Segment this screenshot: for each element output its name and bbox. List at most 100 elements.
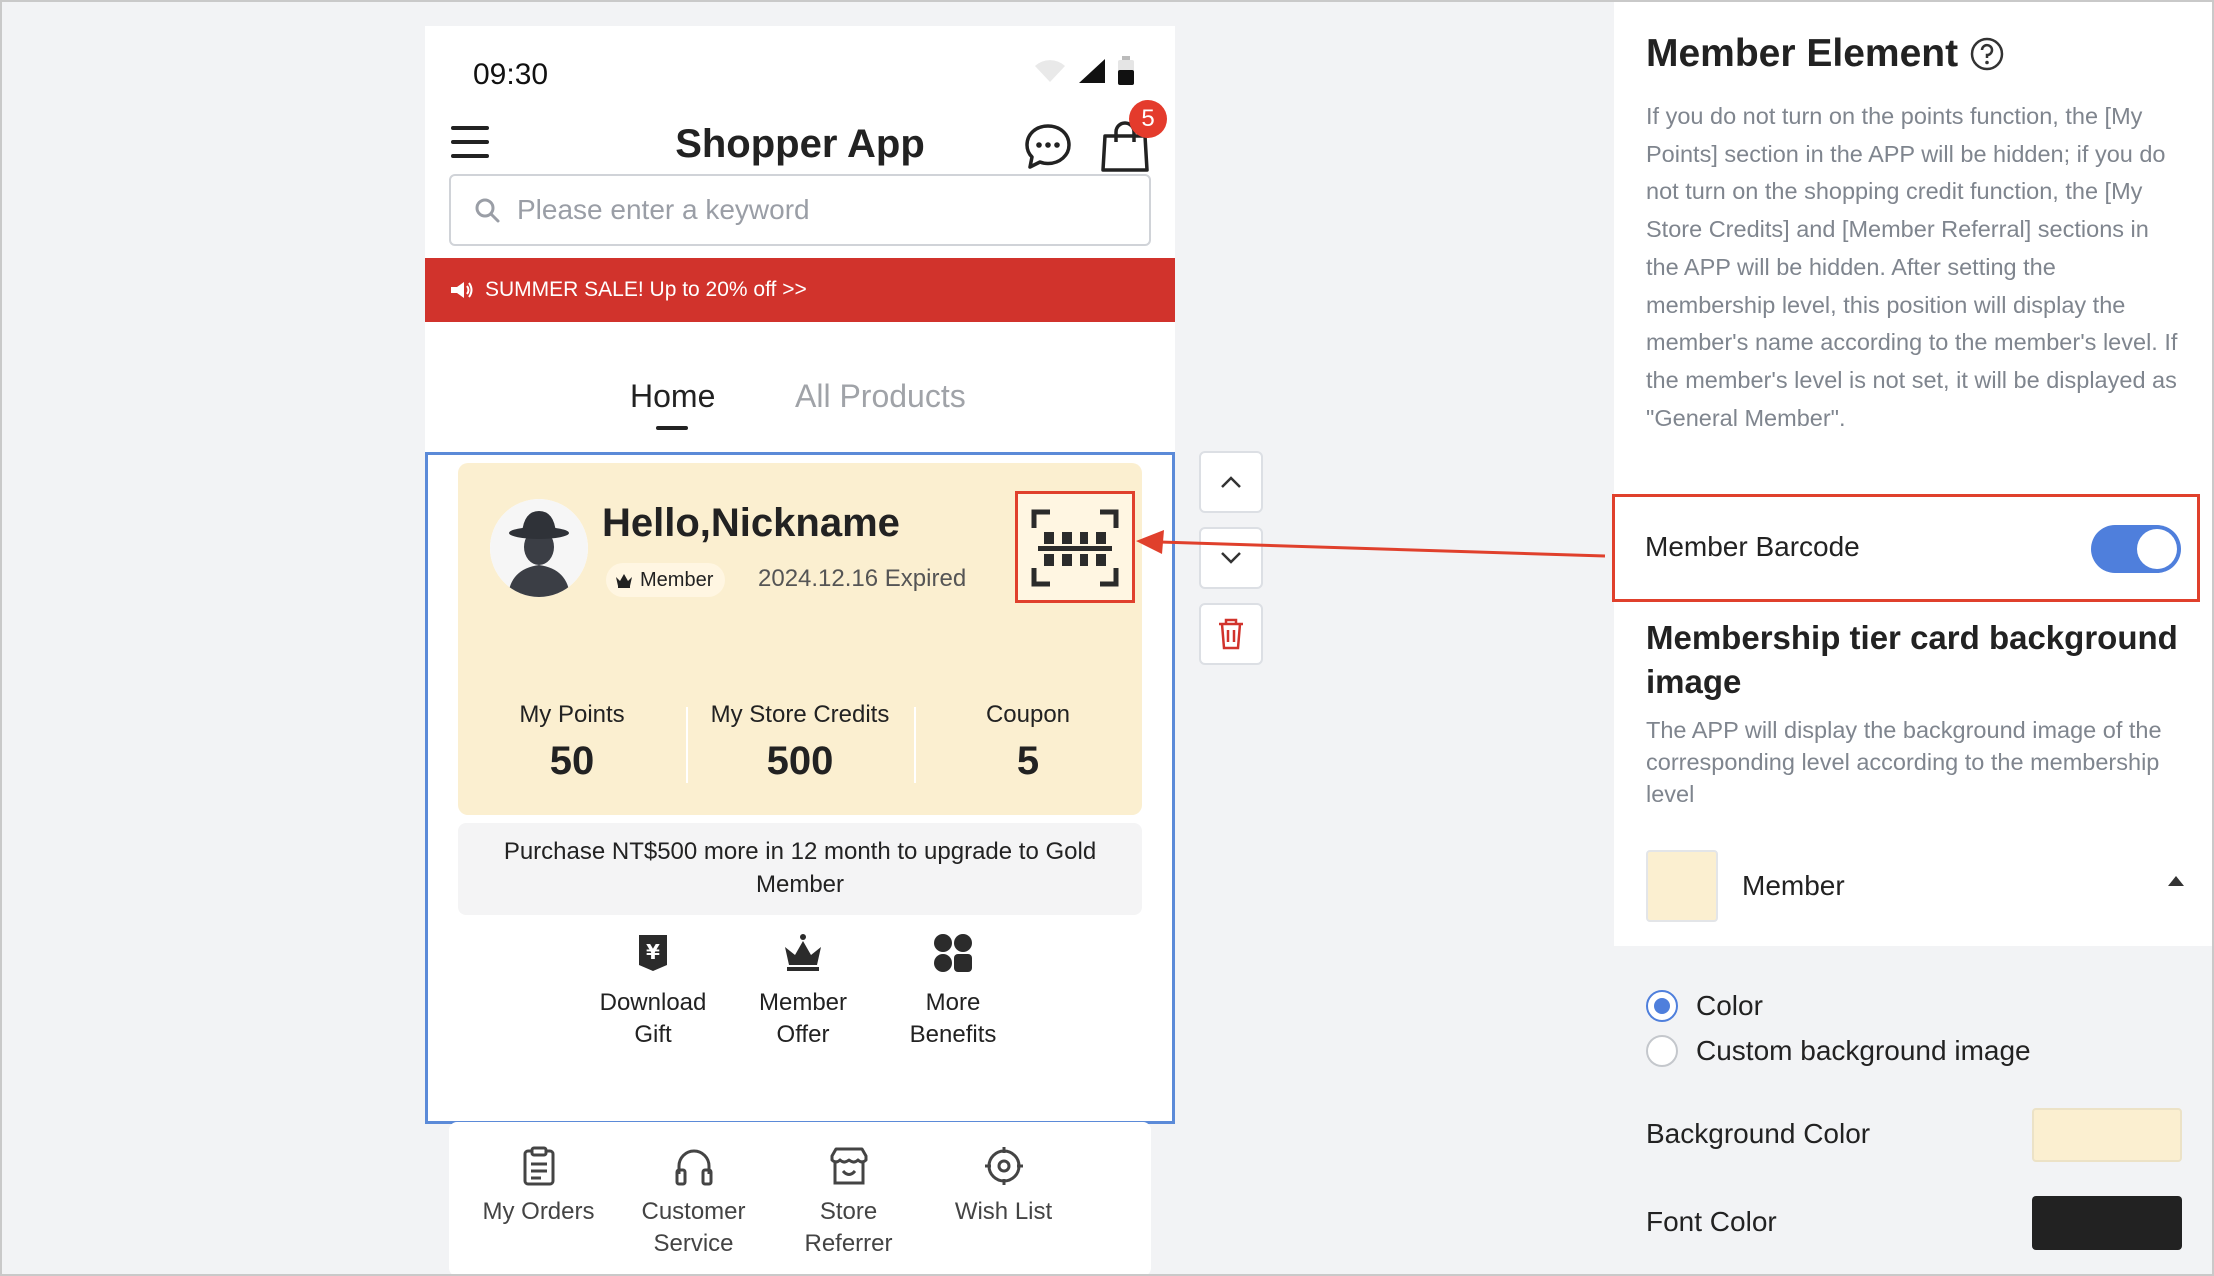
member-card: Hello,Nickname Member 2024.12.16 Expired — [458, 463, 1142, 815]
member-stats: My Points 50 My Store Credits 500 Coupon… — [458, 699, 1142, 799]
avatar — [490, 499, 588, 597]
benefit-download-gift[interactable]: ¥ Download Gift — [578, 933, 728, 1083]
background-color-picker[interactable] — [2032, 1108, 2182, 1162]
signal-icon — [1079, 59, 1105, 83]
shortcut-card: My Orders Customer Service Store Referre… — [449, 1122, 1151, 1276]
stat-my-points[interactable]: My Points 50 — [458, 699, 686, 799]
crown-icon — [616, 574, 632, 588]
shortcut-wish-list[interactable]: Wish List — [926, 1146, 1081, 1260]
tab-home[interactable]: Home — [630, 378, 715, 415]
tab-bar: Home All Products — [425, 322, 1175, 452]
member-benefits: ¥ Download Gift Member Offer More Benefi… — [578, 933, 1028, 1083]
stat-label: Coupon — [985, 701, 1071, 728]
shortcut-customer-service[interactable]: Customer Service — [616, 1146, 771, 1260]
status-bar: 09:30 — [425, 26, 1175, 98]
level-name: Member — [1742, 870, 1845, 901]
shortcut-label-line2: Referrer — [804, 1230, 893, 1257]
benefit-label: More Benefits — [878, 987, 1028, 1051]
background-color-label: Background Color — [1646, 1118, 1871, 1149]
barcode-scan-icon[interactable] — [1030, 508, 1120, 588]
radio-button[interactable] — [1646, 1035, 1678, 1067]
clipboard-icon — [523, 1146, 554, 1186]
panel-title-text: Member Element — [1646, 32, 1959, 75]
search-icon — [475, 198, 500, 223]
battery-icon — [1118, 56, 1134, 85]
megaphone-icon — [451, 282, 473, 298]
settings-panel: Member Element If you do not turn on the… — [1612, 0, 2214, 1276]
user-avatar-icon — [490, 499, 588, 597]
benefit-label-line1: Download — [599, 989, 707, 1016]
member-nickname: Hello,Nickname — [602, 501, 900, 545]
benefit-label: Member Offer — [728, 987, 878, 1051]
phone-preview: 09:30 Shopper App 5 Please enter a keywo… — [425, 26, 1175, 1276]
shortcut-label-line1: Store — [819, 1198, 878, 1225]
stat-value: 500 — [766, 739, 834, 783]
move-up-button[interactable] — [1199, 451, 1263, 513]
benefit-label-line2: Benefits — [909, 1021, 997, 1048]
benefit-label-line2: Offer — [776, 1021, 830, 1048]
level-selector[interactable]: Member — [1646, 850, 2194, 922]
font-color-picker[interactable] — [2032, 1196, 2182, 1250]
radio-custom-image[interactable]: Custom background image — [1646, 1035, 2031, 1067]
upgrade-note: Purchase NT$500 more in 12 month to upgr… — [458, 823, 1142, 915]
stat-label: My Points — [519, 701, 625, 728]
stat-value: 5 — [1016, 739, 1040, 783]
radio-color-label: Color — [1696, 990, 1763, 1021]
member-barcode-setting: Member Barcode — [1612, 494, 2200, 602]
bg-section-title: Membership tier card background image — [1646, 619, 2178, 700]
gift-voucher-icon: ¥ — [639, 935, 667, 971]
stat-coupon[interactable]: Coupon 5 — [914, 699, 1142, 799]
shortcut-label-line1: Wish List — [954, 1198, 1053, 1225]
shortcut-label: My Orders — [461, 1196, 616, 1228]
move-down-button[interactable] — [1199, 527, 1263, 589]
shortcut-label-line1: Customer — [641, 1198, 746, 1225]
target-icon — [984, 1147, 1023, 1185]
promo-banner[interactable]: SUMMER SALE! Up to 20% off >> — [425, 258, 1175, 322]
member-barcode-toggle[interactable] — [2091, 525, 2181, 573]
radio-button-checked[interactable] — [1646, 990, 1678, 1022]
cart-count-badge: 5 — [1129, 100, 1167, 138]
radio-color[interactable]: Color — [1646, 990, 1763, 1022]
stat-store-credits[interactable]: My Store Credits 500 — [686, 699, 914, 799]
bg-section-description: The APP will display the background imag… — [1646, 717, 2162, 807]
font-color-label: Font Color — [1646, 1206, 1777, 1237]
shortcut-store-referrer[interactable]: Store Referrer — [771, 1146, 926, 1260]
benefit-more[interactable]: More Benefits — [878, 933, 1028, 1083]
barcode-highlight-box — [1015, 491, 1135, 603]
stat-label: My Store Credits — [710, 701, 890, 728]
delete-button[interactable] — [1199, 603, 1263, 665]
tab-all-products[interactable]: All Products — [795, 378, 966, 415]
shortcut-label-line1: My Orders — [482, 1198, 595, 1225]
store-icon — [830, 1147, 867, 1185]
chat-icon[interactable] — [1023, 122, 1073, 172]
benefit-label-line2: Gift — [634, 1021, 672, 1048]
search-box[interactable] — [449, 174, 1151, 246]
level-color-swatch — [1646, 850, 1718, 922]
benefit-label: Download Gift — [578, 987, 728, 1051]
membership-expiry: 2024.12.16 Expired — [758, 565, 967, 592]
shortcut-my-orders[interactable]: My Orders — [461, 1146, 616, 1260]
wifi-icon — [1035, 60, 1065, 82]
status-icons — [1033, 56, 1135, 86]
svg-text:¥: ¥ — [646, 940, 660, 964]
benefit-member-offer[interactable]: Member Offer — [728, 933, 878, 1083]
active-tab-indicator — [656, 426, 688, 430]
crown-icon — [785, 934, 821, 971]
settings-panel-top: Member Element If you do not turn on the… — [1612, 0, 2214, 946]
toggle-knob — [2137, 529, 2177, 569]
panel-title: Member Element — [1646, 32, 2004, 76]
member-barcode-label: Member Barcode — [1645, 531, 1860, 562]
benefit-label-line1: More — [925, 989, 981, 1016]
headset-icon — [675, 1149, 712, 1186]
shortcut-label: Store Referrer — [771, 1196, 926, 1260]
chevron-down-icon — [1221, 552, 1241, 564]
member-level-badge: Member — [606, 563, 726, 597]
shortcut-label-line2: Service — [653, 1230, 734, 1257]
stat-value: 50 — [549, 739, 595, 783]
radio-custom-image-label: Custom background image — [1696, 1035, 2031, 1066]
member-element-block[interactable]: Hello,Nickname Member 2024.12.16 Expired — [425, 452, 1175, 1124]
status-time: 09:30 — [473, 58, 549, 91]
panel-description: If you do not turn on the points functio… — [1646, 103, 2178, 431]
help-icon[interactable] — [1970, 37, 2004, 71]
search-input[interactable] — [517, 194, 1117, 226]
